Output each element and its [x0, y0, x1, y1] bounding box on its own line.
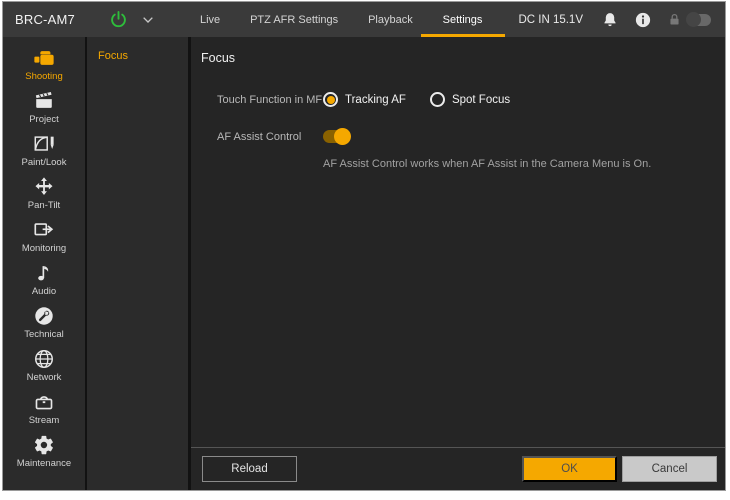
tab-settings[interactable]: Settings [439, 2, 487, 37]
sidebar-item-label: Audio [31, 286, 57, 297]
pan-tilt-arrows-icon [35, 177, 53, 195]
radio-label: Spot Focus [451, 93, 511, 106]
stream-box-icon [35, 396, 53, 410]
page-title: Focus [201, 51, 236, 65]
af-assist-row: AF Assist Control [217, 128, 725, 145]
sidebar-item-stream[interactable]: Stream [3, 387, 85, 430]
sidebar-item-label: Maintenance [16, 458, 72, 469]
device-name: BRC-AM7 [15, 12, 75, 27]
wrench-circle-icon [35, 307, 53, 325]
sidebar-item-network[interactable]: Network [3, 344, 85, 387]
footer-bar: Reload OK Cancel [191, 447, 725, 490]
af-assist-label: AF Assist Control [217, 130, 302, 143]
radio-unselected-icon[interactable] [429, 92, 445, 107]
sidebar-item-maintenance[interactable]: Maintenance [3, 430, 85, 473]
topbar: BRC-AM7 Live PTZ AFR Settings Playback S… [3, 2, 725, 37]
radio-selected-icon[interactable] [323, 92, 338, 107]
globe-icon [35, 350, 53, 368]
sidebar-item-label: Network [26, 372, 62, 383]
reload-button[interactable]: Reload [202, 456, 297, 482]
radio-tracking-af[interactable]: Tracking AF [323, 92, 406, 107]
submenu-item-focus[interactable]: Focus [98, 50, 188, 62]
power-icon[interactable] [109, 10, 128, 29]
tab-live[interactable]: Live [196, 2, 224, 37]
bell-icon[interactable] [601, 11, 619, 29]
app-window: BRC-AM7 Live PTZ AFR Settings Playback S… [2, 1, 726, 491]
sidebar-item-label: Shooting [25, 71, 63, 82]
lock-control[interactable] [667, 11, 711, 27]
camcorder-icon [34, 51, 54, 65]
info-icon[interactable] [634, 11, 652, 29]
af-assist-toggle[interactable] [323, 128, 351, 145]
sidebar-item-label: Technical [24, 329, 64, 340]
music-note-icon [38, 266, 49, 281]
lock-icon [670, 13, 679, 25]
radio-label: Tracking AF [345, 93, 406, 106]
sidebar-item-audio[interactable]: Audio [3, 258, 85, 301]
tab-ptz-afr-settings[interactable]: PTZ AFR Settings [246, 2, 342, 37]
touch-function-label: Touch Function in MF [217, 93, 323, 106]
sidebar-item-label: Stream [28, 415, 60, 426]
sidebar-item-technical[interactable]: Technical [3, 301, 85, 344]
main-panel: Focus Touch Function in MF Tracking AF S… [191, 37, 725, 490]
content-area: Shooting Project Paint/Look Pan-Tilt Mon… [3, 37, 725, 490]
touch-function-row: Touch Function in MF Tracking AF Spot Fo… [217, 92, 725, 107]
radio-spot-focus[interactable]: Spot Focus [429, 92, 511, 107]
sidebar-item-pan-tilt[interactable]: Pan-Tilt [3, 172, 85, 215]
sidebar-item-shooting[interactable]: Shooting [3, 43, 85, 86]
power-source-status: DC IN 15.1V [518, 13, 583, 26]
af-assist-note: AF Assist Control works when AF Assist i… [323, 158, 652, 170]
sidebar: Shooting Project Paint/Look Pan-Tilt Mon… [3, 37, 85, 490]
toggle-knob [334, 128, 351, 145]
sidebar-item-label: Paint/Look [21, 157, 67, 168]
touch-function-radio-group: Tracking AF Spot Focus [323, 92, 534, 107]
main-tabs: Live PTZ AFR Settings Playback Settings [174, 2, 508, 37]
lock-toggle[interactable] [686, 11, 711, 27]
cancel-button[interactable]: Cancel [622, 456, 717, 482]
clapperboard-icon [35, 92, 52, 108]
paint-curve-icon [34, 136, 54, 151]
sidebar-item-label: Monitoring [21, 243, 67, 254]
ok-button[interactable]: OK [522, 456, 617, 482]
sidebar-item-label: Pan-Tilt [27, 200, 61, 211]
sidebar-item-monitoring[interactable]: Monitoring [3, 215, 85, 258]
monitor-out-icon [34, 223, 54, 236]
chevron-down-icon[interactable] [140, 12, 156, 28]
topbar-icons [601, 11, 711, 29]
gear-icon [34, 435, 53, 455]
sidebar-item-project[interactable]: Project [3, 86, 85, 129]
submenu: Focus [87, 37, 188, 490]
sidebar-item-label: Project [29, 114, 59, 125]
sidebar-item-paint-look[interactable]: Paint/Look [3, 129, 85, 172]
tab-playback[interactable]: Playback [364, 2, 417, 37]
